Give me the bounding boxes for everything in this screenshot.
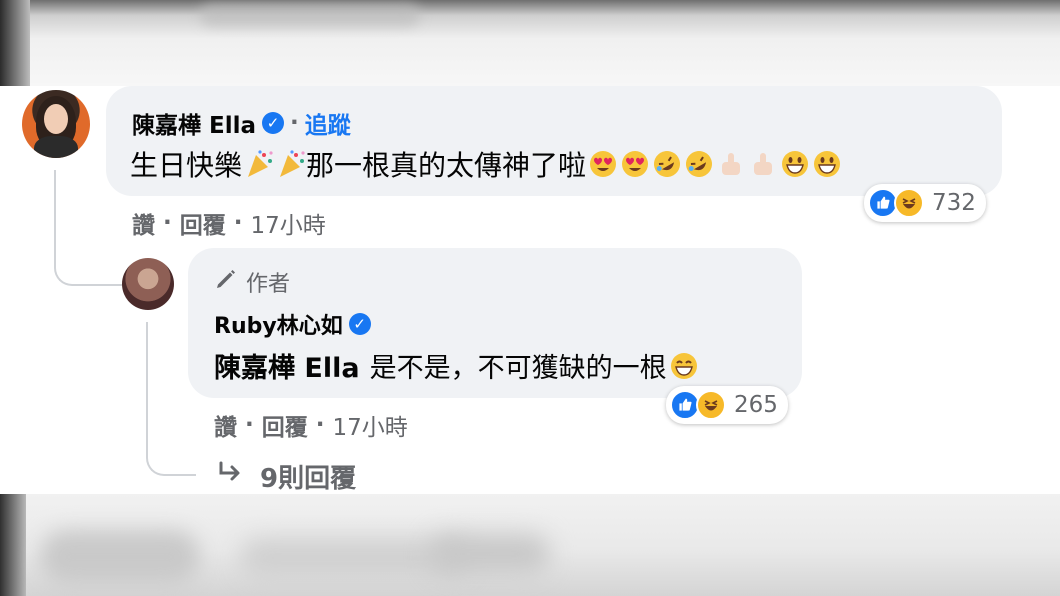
haha-reaction-icon [894, 188, 924, 218]
reply-link[interactable]: 回覆 [180, 206, 226, 240]
reaction-count: 732 [932, 190, 976, 216]
party-popper-icon [244, 149, 274, 179]
reply-author[interactable]: Ruby林心如 [214, 308, 343, 340]
follow-link[interactable]: 追蹤 [305, 106, 351, 140]
reply-actions: 讚 · 回覆 · 17小時 [214, 408, 408, 442]
party-popper-icon [276, 149, 306, 179]
grinning-icon [780, 149, 810, 179]
verified-badge-icon: ✓ [348, 313, 371, 335]
haha-reaction-icon [696, 390, 726, 420]
view-more-replies-button[interactable]: 9則回覆 [216, 458, 356, 495]
reaction-summary[interactable]: 265 [666, 386, 788, 424]
author-badge: 作者 [214, 266, 290, 298]
like-link[interactable]: 讚 [132, 206, 155, 240]
comment-text: 生日快樂 那一根真的太傳神了啦 [130, 144, 842, 184]
thumbs-up-icon [716, 149, 746, 179]
verified-badge-icon: ✓ [262, 112, 285, 134]
thumbs-up-icon [748, 149, 778, 179]
comment-actions: 讚 · 回覆 · 17小時 [132, 206, 326, 240]
comment-author[interactable]: 陳嘉樺 Ella [132, 106, 256, 140]
mention-link[interactable]: 陳嘉樺 Ella [214, 346, 360, 385]
grinning-icon [812, 149, 842, 179]
avatar[interactable] [22, 90, 90, 158]
rofl-icon [684, 149, 714, 179]
heart-eyes-icon [588, 149, 618, 179]
reaction-count: 265 [734, 392, 778, 418]
like-link[interactable]: 讚 [214, 408, 237, 442]
timestamp[interactable]: 17小時 [251, 206, 326, 240]
comment-bubble: 陳嘉樺 Ella ✓ · 追蹤 生日快樂 那一根真的太傳神了啦 [106, 86, 1002, 196]
reply-arrow-icon [216, 461, 244, 492]
grinning-icon [669, 351, 699, 381]
blurred-bottom-region [0, 494, 1060, 596]
reaction-summary[interactable]: 732 [864, 184, 986, 222]
reply-text: 陳嘉樺 Ella 是不是，不可獲缺的一根 [214, 346, 699, 385]
avatar[interactable] [122, 258, 174, 310]
rofl-icon [652, 149, 682, 179]
timestamp[interactable]: 17小時 [333, 408, 408, 442]
heart-eyes-icon [620, 149, 650, 179]
pencil-icon [214, 267, 238, 297]
reply-link[interactable]: 回覆 [262, 408, 308, 442]
blurred-top-region [0, 0, 1060, 86]
